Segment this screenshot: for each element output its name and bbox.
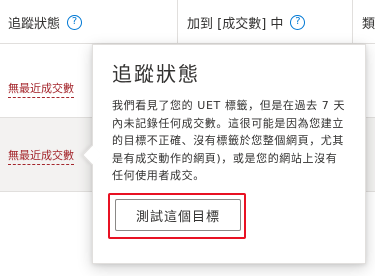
page: 追蹤狀態 ? 加到 [成交數] 中 ? 類 無最近成交數 無最近成交數 追蹤狀態…	[0, 0, 375, 276]
table-header: 追蹤狀態 ? 加到 [成交數] 中 ? 類	[0, 0, 375, 44]
popover-title: 追蹤狀態	[112, 62, 200, 86]
column-header-label: 加到 [成交數] 中	[187, 16, 284, 32]
column-header-add-to-conversions[interactable]: 加到 [成交數] 中 ?	[187, 0, 306, 44]
column-header-label: 類	[362, 16, 375, 32]
status-link[interactable]: 無最近成交數	[8, 80, 74, 98]
popover-body: 我們看見了您的 UET 標籤，但是在過去 7 天內未記錄任何成交數。這很可能是因…	[112, 99, 346, 182]
tracking-status-popover: 追蹤狀態 我們看見了您的 UET 標籤，但是在過去 7 天內未記錄任何成交數。這…	[82, 44, 366, 264]
status-link[interactable]: 無最近成交數	[8, 147, 74, 165]
column-header-label: 追蹤狀態	[8, 16, 61, 32]
column-divider	[177, 0, 178, 44]
column-divider	[352, 0, 353, 44]
question-circle-icon[interactable]: ?	[67, 14, 83, 30]
column-header-tracking-status[interactable]: 追蹤狀態 ?	[8, 0, 83, 44]
question-circle-icon[interactable]: ?	[290, 14, 306, 30]
column-header-category[interactable]: 類	[362, 0, 375, 44]
test-goal-button[interactable]: 測試這個目標	[115, 199, 241, 231]
